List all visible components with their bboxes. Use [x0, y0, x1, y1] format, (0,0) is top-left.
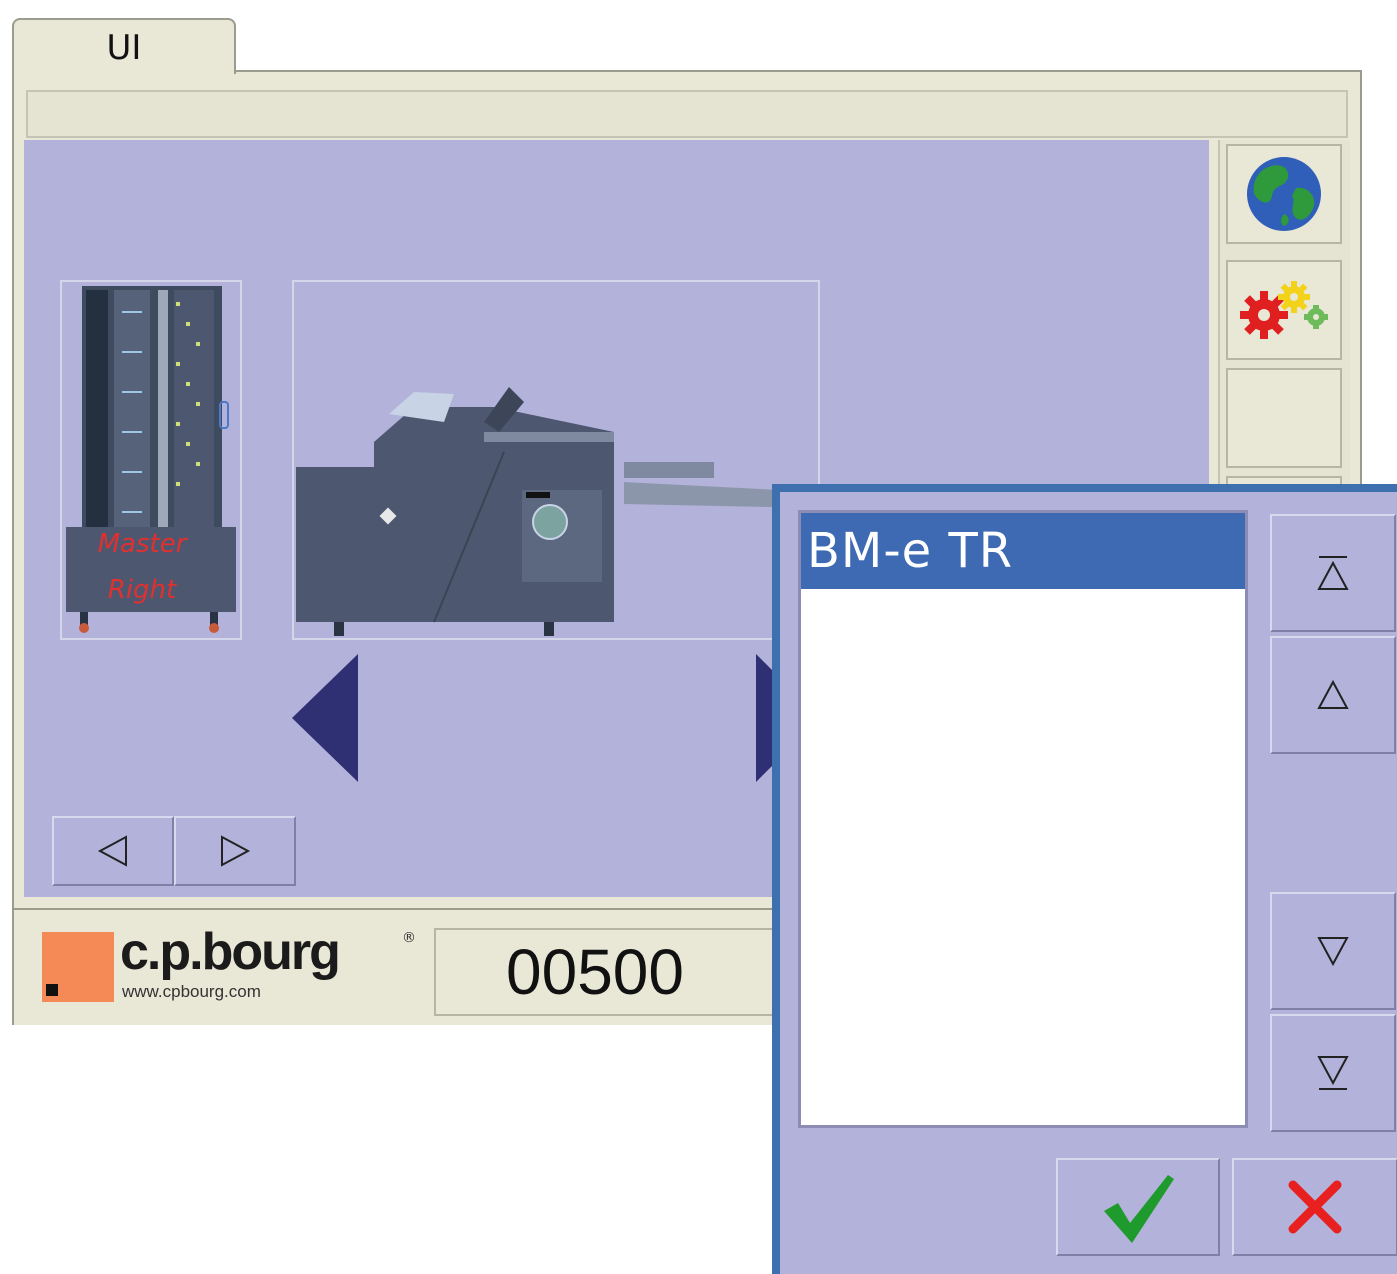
checkmark-icon: [1104, 1175, 1174, 1243]
tab-ui[interactable]: UI: [12, 18, 236, 74]
triangle-down-icon: [1317, 937, 1349, 967]
scroll-top-icon: [1317, 556, 1349, 590]
triangle-left-icon: [97, 835, 127, 867]
tower-label-right: Right: [108, 575, 177, 605]
tower-label-master: Master: [98, 529, 189, 559]
triangle-right-icon: [221, 835, 251, 867]
settings-button[interactable]: [1226, 260, 1342, 360]
scroll-top-button[interactable]: [1270, 514, 1396, 632]
previous-button[interactable]: [52, 816, 174, 886]
x-icon: [1288, 1180, 1342, 1234]
scroll-down-button[interactable]: [1270, 892, 1396, 1010]
module-listbox[interactable]: BM-e TR: [798, 510, 1248, 1128]
booklet-machine-image: [296, 387, 818, 636]
cancel-button[interactable]: [1232, 1158, 1397, 1256]
next-button[interactable]: [174, 816, 296, 886]
list-item[interactable]: BM-e TR: [801, 513, 1245, 589]
tower-module-tile[interactable]: Master Right: [60, 280, 242, 640]
empty-side-button[interactable]: [1226, 368, 1342, 468]
globe-icon: [1247, 157, 1321, 231]
cpbourg-logo-url: www.cpbourg.com: [122, 982, 261, 1001]
big-left-arrow-button[interactable]: [292, 652, 362, 784]
registered-mark: ®: [402, 930, 416, 946]
tower-machine-image: Master Right: [66, 286, 236, 633]
booklet-module-tile[interactable]: [292, 280, 820, 640]
pager: [52, 816, 296, 886]
status-bar: c.p.bourg www.cpbourg.com ® 00500: [12, 910, 814, 1025]
scroll-bottom-button[interactable]: [1270, 1014, 1396, 1132]
cpbourg-logo-mark: [42, 932, 114, 1002]
cpbourg-logo-text: c.p.bourg: [120, 923, 341, 981]
scroll-up-button[interactable]: [1270, 636, 1396, 754]
gears-icon: [1240, 281, 1328, 339]
counter-display: 00500: [434, 928, 814, 1016]
message-bar: [26, 90, 1348, 138]
confirm-button[interactable]: [1056, 1158, 1220, 1256]
selection-dialog: BM-e TR: [772, 484, 1397, 1274]
scroll-bottom-icon: [1317, 1056, 1349, 1090]
triangle-up-icon: [1317, 679, 1349, 709]
language-button[interactable]: [1226, 144, 1342, 244]
